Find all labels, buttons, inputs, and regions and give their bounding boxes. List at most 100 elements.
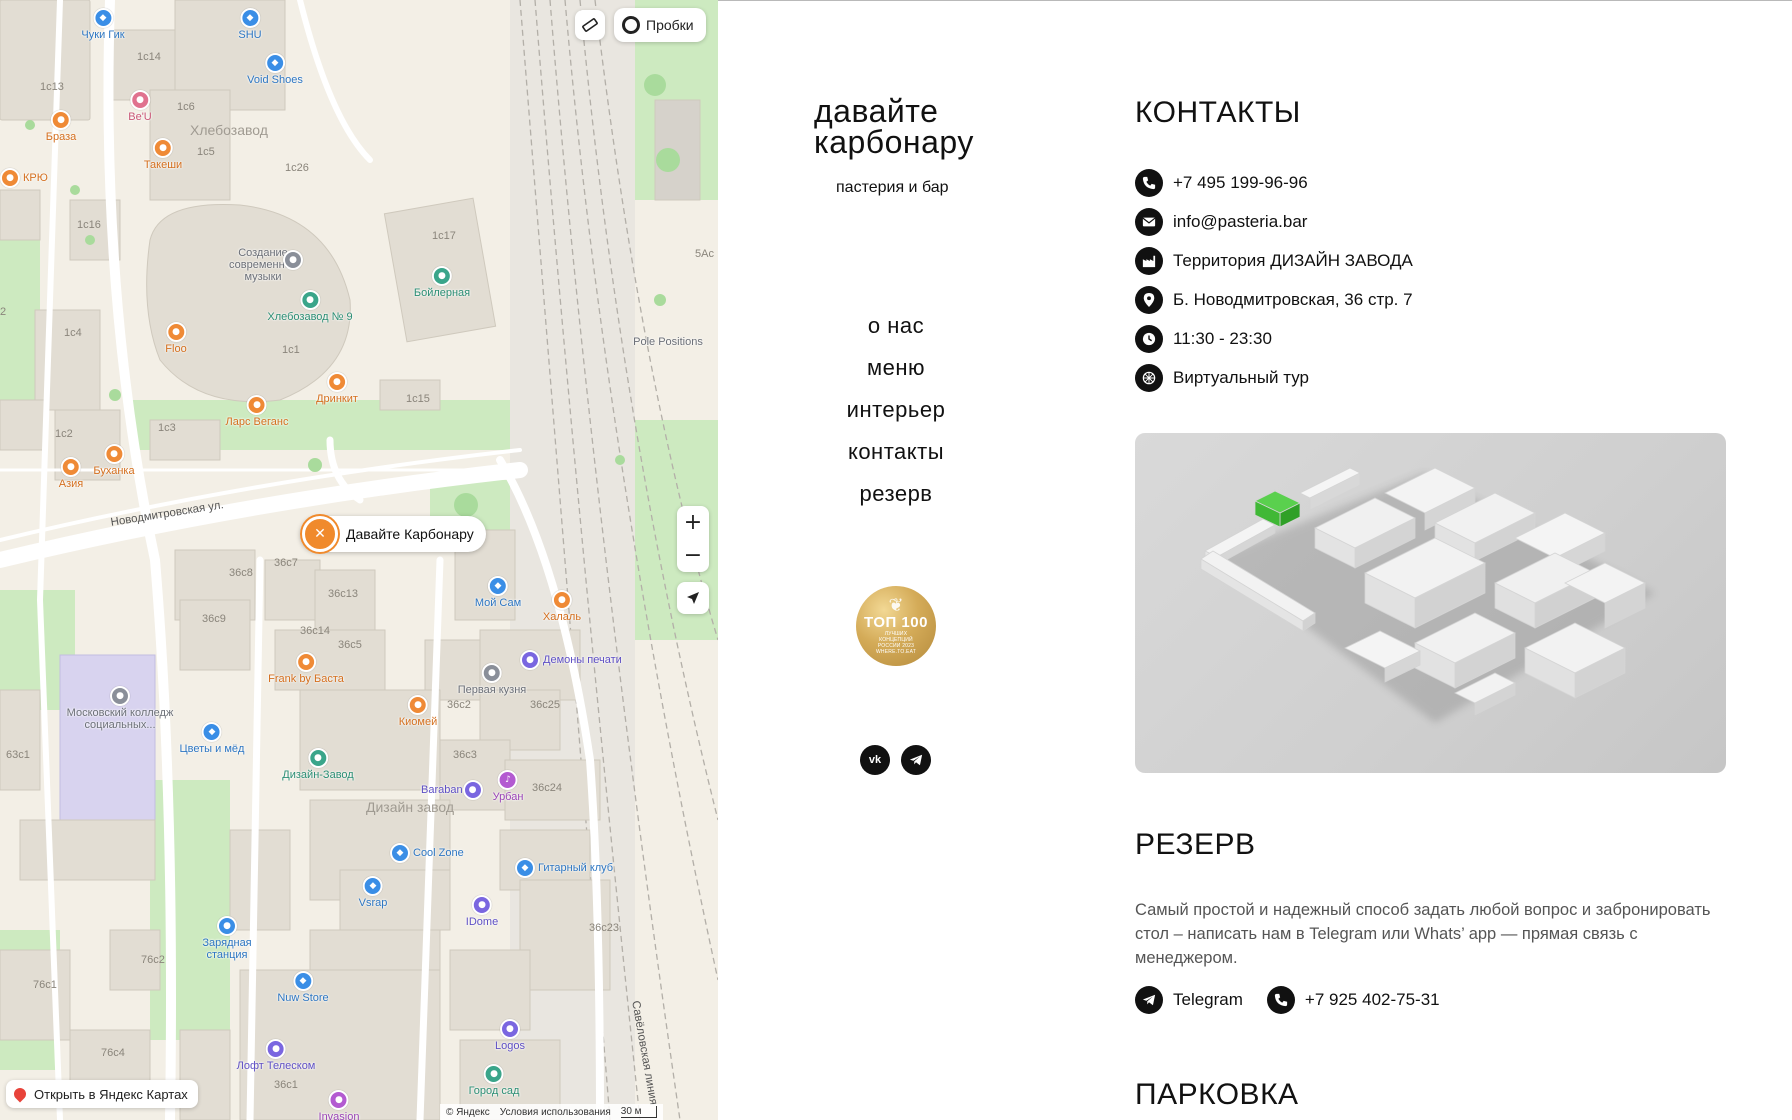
building-number: 36с5 <box>338 639 362 651</box>
building-number: 76с1 <box>33 979 57 991</box>
traffic-button[interactable]: Пробки <box>614 8 706 42</box>
nav-reserve[interactable]: резерв <box>860 476 933 518</box>
map-poi[interactable]: ● Logos <box>495 1019 525 1052</box>
nav-menu[interactable]: меню <box>867 350 925 392</box>
contacts-heading: КОНТАКТЫ <box>1135 96 1301 129</box>
building-number: 5Ас <box>695 248 714 260</box>
contact-address[interactable]: Б. Новодмитровская, 36 стр. 7 <box>1135 280 1413 319</box>
reserve-phone-link[interactable]: +7 925 402-75-31 <box>1266 986 1440 1014</box>
map-poi[interactable]: ◆ Цветы и мёд <box>180 722 244 755</box>
map-widget[interactable]: Хлебозавод Дизайн завод Новодмитровская … <box>0 0 718 1120</box>
building-number: 63с1 <box>6 749 30 761</box>
music-icon: ♪ <box>497 770 518 790</box>
map-poi[interactable]: ● Браза <box>46 110 76 143</box>
contact-email[interactable]: info@pasteria.bar <box>1135 202 1413 241</box>
telegram-link[interactable] <box>901 745 931 775</box>
map-poi[interactable]: ● КРЮ <box>0 168 48 188</box>
nav-interior[interactable]: интерьер <box>847 392 946 434</box>
map-poi[interactable]: Pole Positions <box>633 335 703 348</box>
traffic-label: Пробки <box>646 17 694 33</box>
map-poi[interactable]: ◆ Cool Zone <box>390 843 464 863</box>
map-poi[interactable]: ♪ Урбан <box>493 770 523 803</box>
map-poi[interactable]: ◆ Vsrap <box>359 876 387 909</box>
building-number: 1с16 <box>77 219 101 231</box>
brand-logo[interactable]: давайте карбонару <box>814 95 974 159</box>
telegram-icon <box>909 754 923 766</box>
phone-icon <box>1135 168 1163 197</box>
nav-about[interactable]: о нас <box>868 308 924 350</box>
map-poi[interactable]: ● Первая кузня <box>458 663 526 696</box>
map-poi[interactable]: ● Floo <box>165 322 187 355</box>
map-poi[interactable]: ● Frank by Баста <box>268 652 344 685</box>
map-poi[interactable]: ◆ Мой Сам <box>475 576 521 609</box>
map-poi[interactable]: ● Дринкит <box>316 372 358 405</box>
brand-tagline: пастерия и бар <box>836 179 949 196</box>
map-canvas[interactable] <box>0 0 718 1120</box>
map-poi[interactable]: ● Invasion <box>319 1090 359 1120</box>
map-poi[interactable]: Baraban ● <box>418 780 483 800</box>
contact-phone[interactable]: +7 495 199-96-96 <box>1135 163 1413 202</box>
building-number: 1с6 <box>177 101 195 113</box>
map-poi[interactable]: ● Город сад <box>469 1064 519 1097</box>
building-number: 36с14 <box>300 625 330 637</box>
map-poi[interactable]: ● Лофт Телеском <box>237 1039 315 1072</box>
cafe-icon: ● <box>153 138 173 158</box>
main-nav: о нас меню интерьер контакты резерв <box>796 308 996 518</box>
nav-contacts[interactable]: контакты <box>848 434 944 476</box>
map-poi[interactable]: ● Халаль <box>543 590 581 623</box>
shop-icon: ◆ <box>265 53 285 73</box>
map-poi[interactable]: ● Московский колледж социальных... <box>65 686 175 731</box>
map-poi[interactable]: ◆ Чуки Гик <box>81 8 125 41</box>
cafe-icon: ● <box>166 322 186 342</box>
map-poi[interactable]: ● Ларс Веганс <box>226 395 288 428</box>
contact-text: 11:30 - 23:30 <box>1173 328 1272 348</box>
school-icon: ● <box>283 250 303 270</box>
map-poi[interactable]: ● Хлебозавод № 9 <box>267 290 353 323</box>
contact-virtual-tour[interactable]: Виртуальный тур <box>1135 358 1413 397</box>
building-number: 1с14 <box>137 51 161 63</box>
map-scale: 30 м <box>620 1106 657 1118</box>
map-poi[interactable]: ● Дизайн-Завод <box>282 748 354 781</box>
map-poi[interactable]: ◆ Nuw Store <box>277 971 329 1004</box>
zoom-out-button[interactable]: − <box>677 539 709 572</box>
map-poi[interactable]: ● Бойлерная <box>414 266 470 299</box>
open-in-yandex-maps-button[interactable]: Открыть в Яндекс Картах <box>6 1080 198 1108</box>
map-poi[interactable]: ● Такеши <box>144 138 182 171</box>
map-poi[interactable]: ● IDome <box>466 895 498 928</box>
geolocation-button[interactable] <box>677 582 709 614</box>
building-number: 1с2 <box>55 428 73 440</box>
reserve-heading: РЕЗЕРВ <box>1135 828 1256 861</box>
map-poi[interactable]: ◆ Void Shoes <box>247 53 303 86</box>
map-poi[interactable]: ◆ SHU <box>238 8 262 41</box>
cafe-icon: ● <box>551 590 572 610</box>
reserve-phone-label: +7 925 402-75-31 <box>1304 990 1440 1009</box>
vk-link[interactable]: vk <box>860 745 890 775</box>
venue-icon: ● <box>307 748 328 768</box>
zoom-in-button[interactable]: + <box>677 506 709 539</box>
map-poi[interactable]: ● Азия <box>59 457 83 490</box>
building-number: 1с4 <box>64 327 82 339</box>
contact-text: +7 495 199-96-96 <box>1173 172 1308 192</box>
ruler-button[interactable] <box>575 10 605 40</box>
shop-icon: ◆ <box>239 8 260 28</box>
map-poi[interactable]: ● Буханка <box>93 444 135 477</box>
map-poi[interactable]: ◆ Гитарный клуб <box>515 858 613 878</box>
map-poi[interactable]: ● Киомей <box>399 695 437 728</box>
map-poi[interactable]: ● <box>283 250 303 270</box>
map-footer: © Яндекс Условия использования 30 м <box>440 1104 663 1120</box>
park-icon: ● <box>484 1064 504 1084</box>
selected-place-marker[interactable]: ✕ Давайте Карбонару <box>300 516 486 552</box>
service-icon: ● <box>499 1019 520 1039</box>
top100-award-badge: ❦ ТОП 100 ЛУЧШИХ КОНЦЕПЦИЙ РОССИИ 2023 W… <box>856 586 936 666</box>
contact-territory: Территория ДИЗАЙН ЗАВОДА <box>1135 241 1413 280</box>
map-poi[interactable]: ● Be'U <box>128 90 152 123</box>
map-terms-link[interactable]: Условия использования <box>500 1107 611 1118</box>
shop-icon: ◆ <box>390 843 410 863</box>
building-number: 36с2 <box>447 699 471 711</box>
map-poi[interactable]: ● Зарядная станция <box>192 916 262 961</box>
contact-text: Виртуальный тур <box>1173 367 1309 387</box>
shop-icon: ◆ <box>292 971 313 991</box>
reserve-telegram-link[interactable]: Telegram <box>1135 986 1243 1014</box>
map-poi[interactable]: ● Демоны печати <box>520 650 622 670</box>
location-pin-icon <box>1135 285 1163 314</box>
